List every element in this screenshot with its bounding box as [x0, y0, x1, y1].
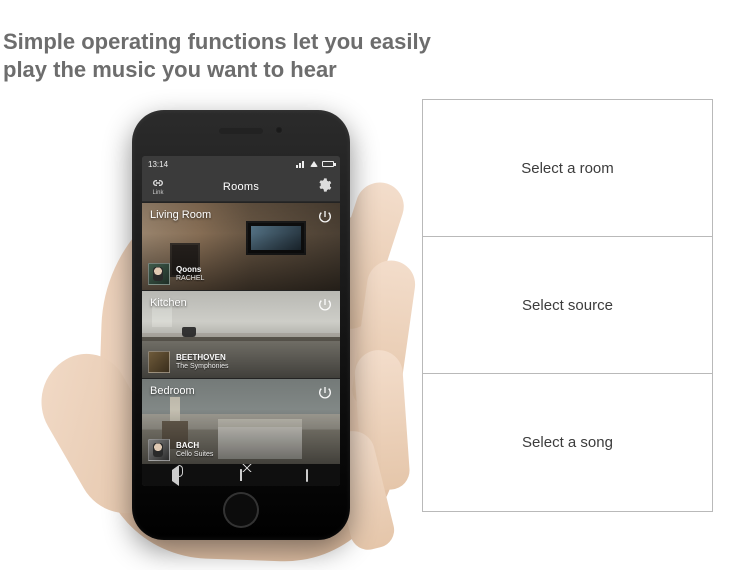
- app-bar: Link Rooms: [142, 172, 340, 202]
- android-recent-button[interactable]: [300, 468, 314, 482]
- power-icon: [317, 209, 333, 228]
- phone-mockup: 13:14 Link Rooms: [132, 110, 350, 540]
- now-playing-title: The Symphonies: [176, 363, 229, 370]
- headline-line-1: Simple operating functions let you easil…: [3, 28, 431, 56]
- now-playing[interactable]: Qoons RACHEL: [148, 263, 204, 285]
- now-playing-title: Cello Suites: [176, 451, 213, 458]
- now-playing-title: RACHEL: [176, 275, 204, 282]
- phone-speaker: [219, 128, 263, 134]
- link-button[interactable]: Link: [150, 178, 166, 196]
- gear-icon: [316, 185, 332, 196]
- phone-camera: [275, 126, 283, 134]
- phone-screen: 13:14 Link Rooms: [142, 156, 340, 486]
- step-label: Select a song: [522, 434, 613, 451]
- step-select-source[interactable]: Select source: [423, 237, 712, 374]
- room-card-living-room[interactable]: Living Room Qoons RACHEL: [142, 202, 340, 290]
- recent-apps-icon: [306, 470, 308, 481]
- settings-button[interactable]: [316, 177, 332, 196]
- power-icon: [317, 385, 333, 404]
- step-label: Select source: [522, 297, 613, 314]
- phone-home-button[interactable]: [223, 492, 259, 528]
- now-playing-artist: BEETHOVEN: [176, 354, 229, 362]
- link-label: Link: [152, 190, 163, 196]
- wifi-icon: [310, 161, 318, 167]
- room-name: Bedroom: [150, 385, 195, 397]
- signal-icon: [296, 161, 306, 168]
- battery-icon: [322, 161, 334, 167]
- now-playing[interactable]: BACH Cello Suites: [148, 439, 213, 461]
- home-icon: [240, 470, 242, 481]
- album-art: [148, 351, 170, 373]
- now-playing[interactable]: BEETHOVEN The Symphonies: [148, 351, 229, 373]
- app-title: Rooms: [223, 181, 259, 193]
- power-button[interactable]: [316, 209, 334, 227]
- power-icon: [317, 297, 333, 316]
- status-bar: 13:14: [142, 156, 340, 172]
- room-list[interactable]: Living Room Qoons RACHEL: [142, 202, 340, 464]
- page-headline: Simple operating functions let you easil…: [3, 28, 431, 83]
- android-back-button[interactable]: [168, 468, 182, 482]
- room-name: Living Room: [150, 209, 211, 221]
- back-icon: [172, 470, 179, 481]
- room-name: Kitchen: [150, 297, 187, 309]
- power-button[interactable]: [316, 385, 334, 403]
- link-icon: [150, 178, 166, 188]
- android-nav-bar: [142, 464, 340, 486]
- now-playing-artist: Qoons: [176, 266, 204, 274]
- status-time: 13:14: [148, 160, 168, 169]
- android-home-button[interactable]: [234, 468, 248, 482]
- step-list: Select a room Select source Select a son…: [422, 99, 713, 512]
- album-art: [148, 263, 170, 285]
- step-select-room[interactable]: Select a room: [423, 100, 712, 237]
- power-button[interactable]: [316, 297, 334, 315]
- step-label: Select a room: [521, 160, 614, 177]
- room-card-kitchen[interactable]: Kitchen BEETHOVEN The Symphonies: [142, 290, 340, 378]
- now-playing-artist: BACH: [176, 442, 213, 450]
- room-card-bedroom[interactable]: Bedroom BACH Cello Suites: [142, 378, 340, 464]
- step-select-song[interactable]: Select a song: [423, 374, 712, 511]
- headline-line-2: play the music you want to hear: [3, 56, 431, 84]
- album-art: [148, 439, 170, 461]
